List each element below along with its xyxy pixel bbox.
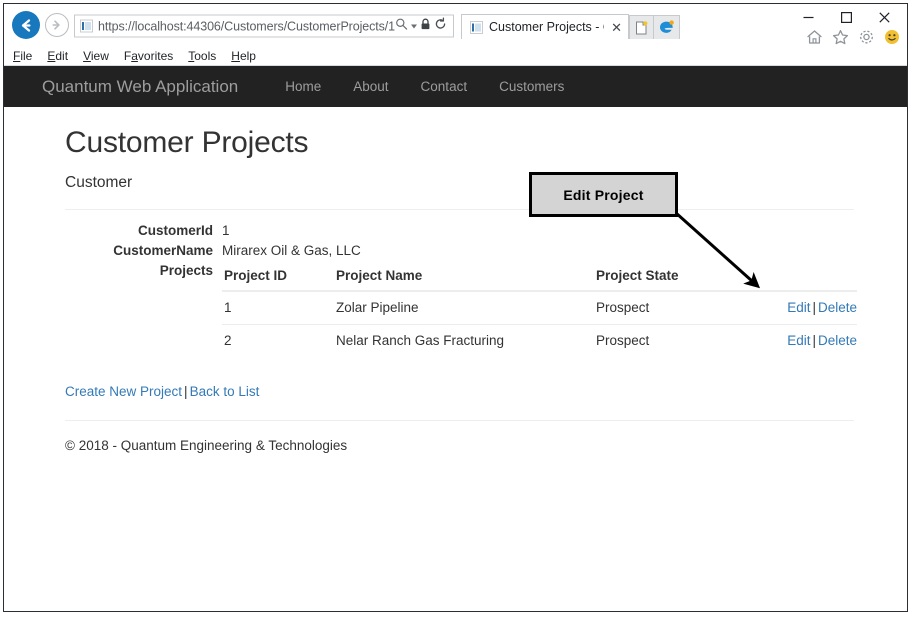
tab-strip: Customer Projects - Quant... ✕ — [461, 14, 680, 39]
refresh-icon[interactable] — [434, 17, 447, 35]
address-url[interactable]: https://localhost:44306/Customers/Custom… — [98, 19, 395, 33]
customer-details: CustomerId 1 CustomerName Mirarex Oil & … — [65, 221, 852, 280]
tab-favicon-icon — [470, 20, 483, 34]
action-separator: | — [812, 333, 816, 348]
tab-title: Customer Projects - Quant... — [489, 20, 604, 34]
address-bar-icons — [395, 17, 453, 35]
cell-project-state: Prospect — [596, 290, 741, 325]
divider-top — [65, 209, 854, 210]
delete-link[interactable]: Delete — [818, 333, 857, 348]
close-button[interactable] — [865, 6, 903, 28]
menu-item-file[interactable]: File — [13, 49, 32, 63]
section-title: Customer — [65, 174, 133, 191]
cell-project-id: 1 — [222, 290, 336, 325]
action-separator: | — [812, 300, 816, 315]
detail-row-customername: CustomerName Mirarex Oil & Gas, LLC — [65, 241, 852, 260]
address-bar[interactable]: https://localhost:44306/Customers/Custom… — [74, 14, 454, 38]
internet-explorer-icon[interactable] — [654, 15, 680, 39]
edit-link[interactable]: Edit — [787, 333, 810, 348]
copyright-text: © 2018 - Quantum Engineering & Technolog… — [65, 438, 348, 453]
table-row: 2 Nelar Ranch Gas Fracturing Prospect Ed… — [222, 324, 857, 357]
back-button[interactable] — [12, 11, 40, 39]
page-favicon — [80, 19, 93, 33]
menu-help-post: elp — [239, 48, 256, 63]
site-brand[interactable]: Quantum Web Application — [42, 77, 238, 97]
browser-toolbar: https://localhost:44306/Customers/Custom… — [4, 4, 907, 46]
edit-link[interactable]: Edit — [787, 300, 810, 315]
create-new-project-link[interactable]: Create New Project — [65, 384, 182, 399]
delete-link[interactable]: Delete — [818, 300, 857, 315]
cell-project-name: Zolar Pipeline — [336, 290, 596, 325]
menu-edit-post: dit — [55, 48, 69, 63]
browser-tab[interactable]: Customer Projects - Quant... ✕ — [461, 14, 629, 39]
detail-value-customername: Mirarex Oil & Gas, LLC — [222, 243, 361, 258]
lock-icon — [420, 17, 431, 35]
cell-project-name: Nelar Ranch Gas Fracturing — [336, 324, 596, 357]
divider-footer — [65, 420, 854, 421]
browser-window: https://localhost:44306/Customers/Custom… — [3, 3, 908, 612]
menu-item-view[interactable]: View — [83, 49, 109, 63]
menu-favorites-post: vorites — [137, 48, 174, 63]
detail-label-projects: Projects — [159, 263, 213, 278]
annotation-callout-edit-project: Edit Project — [529, 172, 678, 217]
menu-item-favorites[interactable]: Favorites — [124, 49, 173, 63]
menu-view-post: iew — [90, 48, 109, 63]
menu-view-key: V — [83, 48, 91, 63]
site-navbar: Quantum Web Application Home About Conta… — [4, 66, 907, 107]
nav-item-about[interactable]: About — [337, 79, 404, 94]
detail-row-projects: Projects — [65, 261, 852, 280]
cell-actions: Edit | Delete — [741, 290, 857, 325]
site-nav-links: Home About Contact Customers — [269, 79, 580, 94]
page-viewport: Quantum Web Application Home About Conta… — [4, 66, 907, 611]
back-to-list-link[interactable]: Back to List — [190, 384, 260, 399]
cell-project-state: Prospect — [596, 324, 741, 357]
table-row: 1 Zolar Pipeline Prospect Edit | Delete — [222, 290, 857, 325]
forward-button[interactable] — [45, 13, 69, 37]
detail-label-customername: CustomerName — [113, 243, 213, 258]
chevron-down-icon[interactable] — [411, 24, 417, 28]
detail-value-customerid: 1 — [222, 223, 230, 238]
footer-link-separator: | — [184, 384, 188, 399]
menu-file-post: ile — [20, 48, 33, 63]
cell-actions: Edit | Delete — [741, 324, 857, 357]
close-icon[interactable]: ✕ — [611, 21, 622, 34]
nav-item-customers[interactable]: Customers — [483, 79, 580, 94]
menu-item-edit[interactable]: Edit — [47, 49, 68, 63]
detail-row-customerid: CustomerId 1 — [65, 221, 852, 240]
menu-help-key: H — [231, 48, 240, 63]
nav-item-home[interactable]: Home — [269, 79, 337, 94]
maximize-button[interactable] — [827, 6, 865, 28]
menu-tools-post: ools — [194, 48, 217, 63]
search-icon[interactable] — [395, 17, 408, 35]
minimize-button[interactable] — [789, 6, 827, 28]
new-tab-button[interactable] — [629, 15, 654, 39]
menu-item-tools[interactable]: Tools — [188, 49, 216, 63]
menu-favorites-key: a — [131, 48, 138, 63]
footer-actions: Create New Project | Back to List — [65, 384, 852, 399]
nav-item-contact[interactable]: Contact — [405, 79, 484, 94]
page-content: Customer Projects Customer CustomerId 1 … — [4, 107, 907, 453]
detail-label-customerid: CustomerId — [137, 223, 213, 238]
page-title: Customer Projects — [65, 126, 309, 159]
annotation-callout-label: Edit Project — [563, 186, 644, 203]
menu-bar: File Edit View Favorites Tools Help — [4, 46, 907, 66]
cell-project-id: 2 — [222, 324, 336, 357]
window-controls — [789, 6, 903, 28]
menu-item-help[interactable]: Help — [231, 49, 256, 63]
